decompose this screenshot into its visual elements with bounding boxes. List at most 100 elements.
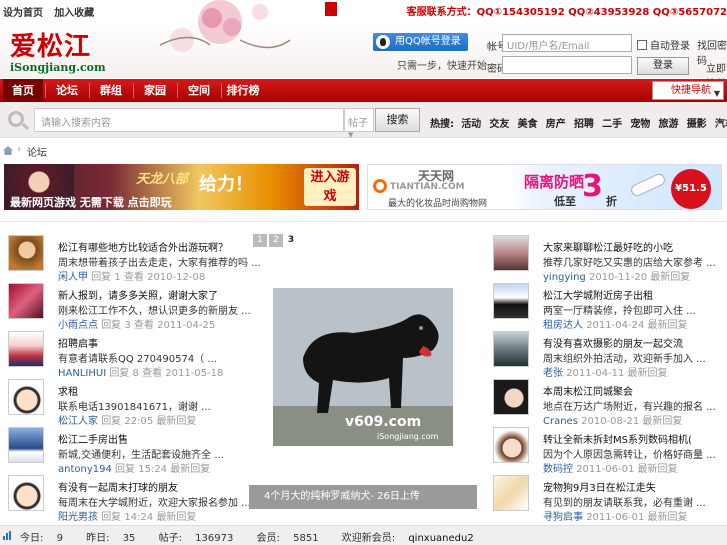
checkbox-box[interactable] [637,40,647,50]
post-title[interactable]: 新人报到，请多多关照，谢谢大家了 [58,287,218,302]
post-author[interactable]: 阳光男孩 [58,512,98,523]
search-button[interactable]: 搜索 [375,108,420,132]
search-input[interactable]: 请输入搜索内容 [34,108,344,132]
ad-subtitle: 最新网页游戏 无需下载 点击即玩 [10,196,172,209]
post-stats: 回复 3 查看 2011-04-25 [101,320,216,331]
list-item[interactable]: 招聘启事 有意者请联系QQ 270490574（ ... HANLIHUI 回复… [8,331,238,379]
nav-groups[interactable]: 群组 [91,79,131,102]
login-button[interactable]: 登录 [637,57,689,75]
stat-members-value: 5851 [293,533,319,544]
list-item[interactable]: 有没有一起周末打球的朋友 每周末在大学城附近，欢迎大家报名参加 ... 阳光男孩… [8,475,251,523]
list-item[interactable]: 转让全新未拆封MS系列数码相机( 因为个人原因急需转让，价格好商量 ... 数码… [493,427,723,475]
hot-term[interactable]: 活动 [461,119,481,130]
slideshow-photo[interactable]: v609.com iSongjiang.com [273,288,453,446]
slide-page-3[interactable]: 3 [284,234,298,247]
post-title[interactable]: 转让全新未拆封MS系列数码相机( [543,431,692,446]
post-title[interactable]: 宠物狗9月3日在松江走失 [543,479,656,494]
list-item[interactable]: 新人报到，请多多关照，谢谢大家了 刚来松江工作不久，想认识更多的新朋友 ... … [8,283,251,331]
hot-term[interactable]: 二手 [602,119,622,130]
list-item[interactable]: 大家来聊聊松江最好吃的小吃 推荐几家好吃又实惠的店给大家参考 ... yingy… [493,235,723,283]
account-input[interactable]: UID/用户名/Email [502,34,632,52]
list-item[interactable]: 本周末松江同城聚会 地点在万达广场附近，有兴趣的报名 ... Cranes 20… [493,379,723,427]
post-author[interactable]: 松江人家 [58,416,98,427]
post-stats: 回复 14:24 最新回复 [101,512,197,523]
avatar[interactable] [8,427,44,463]
nav-forum[interactable]: 论坛 [47,79,87,102]
post-stats: 2011-06-01 最新回复 [576,464,678,475]
cosmetics-ad-banner[interactable]: 天天网 TIANTIAN.COM 最大的化妆品时尚购物网 隔离防晒 低至 3 折… [367,164,722,210]
site-logo[interactable]: 爱松江 iSongjiang.com [10,26,106,74]
list-item[interactable]: 松江大学城附近房子出租 两室一厅精装修，拎包即可入住 ... 租房达人 2011… [493,283,723,331]
post-author[interactable]: 闲人甲 [58,272,88,283]
avatar[interactable] [493,379,529,415]
avatar[interactable] [493,331,529,367]
password-input[interactable] [502,56,632,74]
list-item[interactable]: 有没有喜欢摄影的朋友一起交流 周末组织外拍活动，欢迎新手加入 ... 老张 20… [493,331,723,379]
post-title[interactable]: 有没有一起周末打球的朋友 [58,479,178,494]
post-stats: 2010-08-21 最新回复 [581,416,683,427]
post-author[interactable]: HANLIHUI [58,368,106,379]
avatar[interactable] [493,235,529,271]
stat-yesterday-label: 昨日: [86,533,110,544]
ad-enter-button[interactable]: 进入游戏 [304,168,356,206]
hot-term[interactable]: 摄影 [687,119,707,130]
post-title[interactable]: 本周末松江同城聚会 [543,383,633,398]
list-item[interactable]: 松江二手房出售 新城,交通便利，生活配套设施齐全 ... antony194 回… [8,427,238,475]
post-author[interactable]: 租房达人 [543,320,583,331]
sunscreen-tube-icon [629,171,667,199]
nav-home-space[interactable]: 家园 [135,79,175,102]
add-favorite-link[interactable]: 加入收藏 [54,8,94,19]
post-title[interactable]: 招聘启事 [58,335,98,350]
hot-term[interactable]: 美食 [518,119,538,130]
stat-today: 今日: 9 [20,533,73,544]
post-title[interactable]: 大家来聊聊松江最好吃的小吃 [543,239,673,254]
post-author[interactable]: Cranes [543,416,578,427]
qq-login-button[interactable]: 用QQ帐号登录 [373,33,468,51]
hot-term[interactable]: 旅游 [659,119,679,130]
hot-term[interactable]: 招聘 [574,119,594,130]
list-item[interactable]: 松江有哪些地方比较适合外出游玩啊？ 周末想带着孩子出去走走，大家有推荐的吗 ..… [8,235,261,283]
avatar[interactable] [493,475,529,511]
post-author[interactable]: 数码控 [543,464,573,475]
post-title[interactable]: 松江二手房出售 [58,431,128,446]
auto-login-checkbox[interactable]: 自动登录 [637,37,690,52]
post-author[interactable]: 老张 [543,368,563,379]
set-homepage-link[interactable]: 设为首页 [3,8,43,19]
post-title[interactable]: 松江有哪些地方比较适合外出游玩啊？ [58,239,228,254]
list-item[interactable]: 宠物狗9月3日在松江走失 有见到的朋友请联系我，必有重谢 ... 寻狗启事 20… [493,475,723,523]
post-meta: HANLIHUI 回复 8 查看 2011-05-18 [58,364,223,379]
post-author[interactable]: antony194 [58,464,112,475]
breadcrumb-current[interactable]: 论坛 [27,144,47,159]
home-icon[interactable] [3,146,13,155]
hot-term[interactable]: 交友 [489,119,509,130]
slide-page-2[interactable]: 2 [269,234,283,247]
post-author[interactable]: 小雨点点 [58,320,98,331]
post-author[interactable]: 寻狗启事 [543,512,583,523]
avatar[interactable] [493,427,529,463]
avatar[interactable] [8,475,44,511]
hot-term[interactable]: 宠物 [630,119,650,130]
nav-space[interactable]: 空间 [179,79,219,102]
hot-term[interactable]: 房产 [546,119,566,130]
avatar[interactable] [493,283,529,319]
post-author[interactable]: yingying [543,272,586,283]
list-item[interactable]: 求租 联系电话13901841671，谢谢 ... 松江人家 回复 22:05 … [8,379,238,427]
avatar[interactable] [8,235,44,271]
nav-separator [89,83,90,98]
avatar[interactable] [8,283,44,319]
avatar[interactable] [8,379,44,415]
post-title[interactable]: 有没有喜欢摄影的朋友一起交流 [543,335,683,350]
post-title[interactable]: 松江大学城附近房子出租 [543,287,653,302]
quick-nav-dropdown[interactable]: 快捷导航 ▼ [652,81,724,100]
post-excerpt: 联系电话13901841671，谢谢 ... [58,402,211,413]
slideshow-caption[interactable]: 4个月大的纯种罗威纳犬- 26日上传 [249,485,477,509]
search-type-select[interactable]: 帖子 ▼ [344,108,374,139]
nav-ranking[interactable]: 排行榜 [223,79,263,102]
nav-home[interactable]: 首页 [3,79,43,102]
post-title[interactable]: 求租 [58,383,78,398]
newest-member-link[interactable]: qinxuanedu2 [408,533,473,544]
game-ad-banner[interactable]: 天龙八部 给力！ 最新网页游戏 无需下载 点击即玩 进入游戏 [4,164,359,210]
avatar[interactable] [8,331,44,367]
hot-term[interactable]: 汽车 [715,119,727,130]
slide-page-1[interactable]: 1 [253,234,267,247]
